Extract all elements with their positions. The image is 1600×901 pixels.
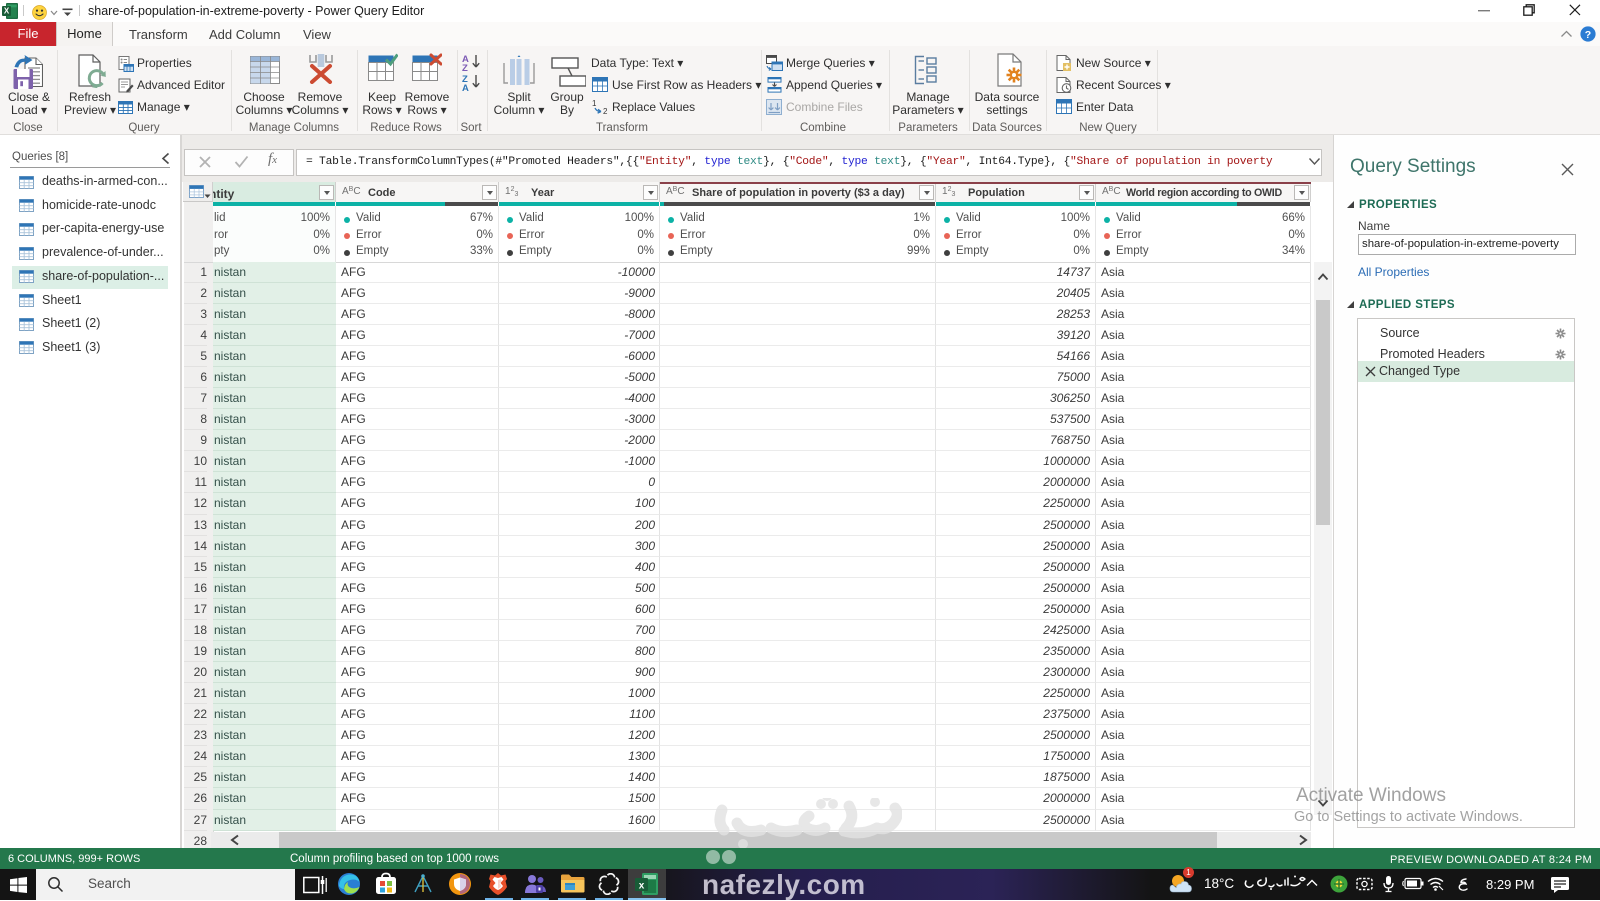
svg-text:2: 2 [603, 107, 608, 115]
svg-text:?: ? [1585, 29, 1591, 41]
svg-text:Z: Z [462, 63, 468, 74]
svg-text:1: 1 [592, 99, 597, 108]
svg-text:x: x [639, 881, 645, 892]
svg-text:X: X [4, 7, 10, 16]
